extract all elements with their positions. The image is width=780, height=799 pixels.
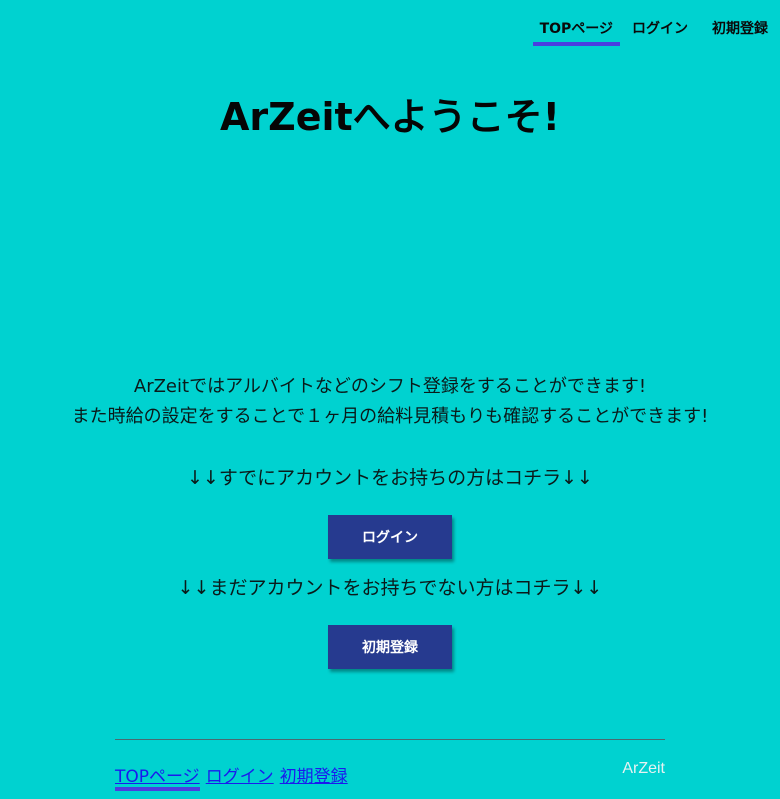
footer-nav: TOPページ ログイン 初期登録 <box>115 762 354 791</box>
login-button[interactable]: ログイン <box>328 515 452 559</box>
intro-line-2: また時給の設定をすることで１ヶ月の給料見積もりも確認することができます! <box>71 406 709 427</box>
register-button[interactable]: 初期登録 <box>328 625 452 669</box>
nav-link-top[interactable]: TOPページ <box>532 0 620 46</box>
top-nav: TOPページ ログイン 初期登録 <box>532 0 780 46</box>
footer-link-login[interactable]: ログイン <box>206 762 274 791</box>
intro-line-1: ArZeitではアルバイトなどのシフト登録をすることができます! <box>133 376 647 397</box>
intro-text: ArZeitではアルバイトなどのシフト登録をすることができます! また時給の設定… <box>0 372 780 432</box>
login-prompt: ↓↓すでにアカウントをお持ちの方はコチラ↓↓ <box>187 467 593 489</box>
footer-divider <box>115 739 665 740</box>
footer-brand: ArZeit <box>622 760 665 777</box>
nav-link-register[interactable]: 初期登録 <box>700 0 780 37</box>
register-prompt: ↓↓まだアカウントをお持ちでない方はコチラ↓↓ <box>177 577 603 599</box>
page-title: ArZeitへようこそ! <box>220 95 560 139</box>
footer-link-top[interactable]: TOPページ <box>115 762 200 791</box>
footer-link-register[interactable]: 初期登録 <box>280 762 348 791</box>
nav-link-login[interactable]: ログイン <box>620 0 700 37</box>
